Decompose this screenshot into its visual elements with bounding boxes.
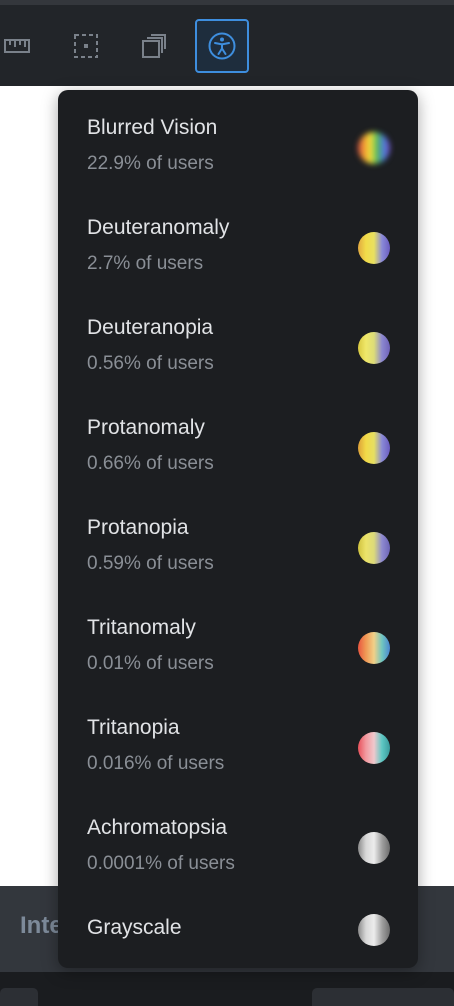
blurred-spectrum-icon — [358, 132, 390, 164]
ruler-icon — [4, 39, 30, 53]
menu-item-label: Achromatopsia — [87, 816, 228, 839]
select-frame-icon — [74, 34, 98, 58]
achromatopsia-spectrum-icon — [358, 832, 390, 864]
menu-item-label: Deuteranopia — [87, 316, 214, 339]
panel-tab-label[interactable]: Inte — [20, 912, 63, 940]
deuteranopia-spectrum-icon — [358, 332, 390, 364]
tritanopia-spectrum-icon — [358, 732, 390, 764]
menu-item-protanomaly[interactable]: Protanomaly 0.66% of users — [58, 390, 418, 490]
menu-item-label: Grayscale — [87, 916, 182, 939]
footer-block-left — [0, 988, 38, 1006]
tritanomaly-spectrum-icon — [358, 632, 390, 664]
menu-item-grayscale[interactable]: Grayscale — [58, 890, 418, 968]
outline-tool-button[interactable] — [59, 19, 113, 73]
menu-item-tritanopia[interactable]: Tritanopia 0.016% of users — [58, 690, 418, 790]
addon-toolbar — [0, 0, 454, 86]
menu-item-protanopia[interactable]: Protanopia 0.59% of users — [58, 490, 418, 590]
menu-item-deuteranomaly[interactable]: Deuteranomaly 2.7% of users — [58, 190, 418, 290]
menu-item-achromatopsia[interactable]: Achromatopsia 0.0001% of users — [58, 790, 418, 890]
protanomaly-spectrum-icon — [358, 432, 390, 464]
menu-item-label: Tritanomaly — [87, 616, 196, 639]
menu-item-desc: 0.016% of users — [87, 753, 225, 774]
deuteranomaly-spectrum-icon — [358, 232, 390, 264]
vision-simulator-button[interactable] — [195, 19, 249, 73]
menu-item-desc: 0.59% of users — [87, 553, 214, 574]
menu-item-label: Blurred Vision — [87, 116, 218, 139]
menu-item-tritanomaly[interactable]: Tritanomaly 0.01% of users — [58, 590, 418, 690]
menu-item-deuteranopia[interactable]: Deuteranopia 0.56% of users — [58, 290, 418, 390]
menu-item-label: Protanomaly — [87, 416, 205, 439]
vision-filter-menu: Blurred Vision 22.9% of users Deuteranom… — [58, 90, 418, 968]
accessibility-icon — [208, 32, 236, 60]
menu-item-desc: 0.0001% of users — [87, 853, 235, 874]
menu-item-desc: 22.9% of users — [87, 153, 214, 174]
menu-item-label: Tritanopia — [87, 716, 180, 739]
protanopia-spectrum-icon — [358, 532, 390, 564]
menu-item-desc: 0.01% of users — [87, 653, 214, 674]
menu-item-label: Deuteranomaly — [87, 216, 230, 239]
menu-item-desc: 0.66% of users — [87, 453, 214, 474]
menu-item-desc: 2.7% of users — [87, 253, 204, 274]
menu-item-label: Protanopia — [87, 516, 189, 539]
grayscale-spectrum-icon — [358, 914, 390, 946]
menu-item-blurred-vision[interactable]: Blurred Vision 22.9% of users — [58, 90, 418, 190]
footer-block-right — [312, 988, 454, 1006]
panel-footer — [0, 972, 454, 1006]
backgrounds-tool-button[interactable] — [127, 19, 181, 73]
measure-tool-button[interactable] — [0, 19, 44, 73]
layers-icon — [142, 34, 166, 58]
menu-item-desc: 0.56% of users — [87, 353, 214, 374]
